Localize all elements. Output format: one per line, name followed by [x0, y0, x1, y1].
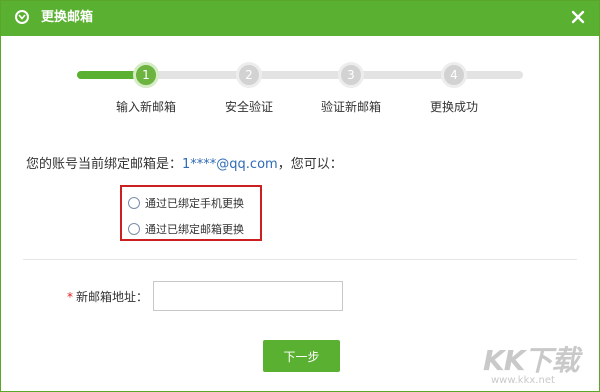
required-mark: *	[67, 290, 73, 304]
current-email-line: 您的账号当前绑定邮箱是：1****@qq.com，您可以：	[26, 153, 343, 172]
watermark-url: www.kkx.net	[491, 375, 555, 386]
option-change-via-email[interactable]: 通过已绑定邮箱更换	[128, 221, 244, 239]
dialog-title: 更换邮箱	[41, 10, 94, 25]
divider	[23, 259, 577, 260]
chevron-down-circle-icon	[15, 10, 29, 24]
current-email-suffix: ，您可以：	[277, 157, 343, 172]
step-3-label: 验证新邮箱	[320, 100, 381, 114]
new-email-label: * 新邮箱地址：	[67, 288, 148, 305]
option-email-label: 通过已绑定邮箱更换	[145, 223, 244, 236]
current-email-prefix: 您的账号当前绑定邮箱是：	[26, 157, 183, 172]
watermark-text: KK下载	[483, 344, 579, 377]
radio-email[interactable]	[128, 223, 140, 235]
step-4-indicator: 4	[441, 62, 467, 88]
option-change-via-phone[interactable]: 通过已绑定手机更换	[128, 195, 244, 213]
close-icon[interactable]	[569, 8, 587, 26]
new-email-input[interactable]	[153, 281, 343, 311]
step-2-indicator: 2	[236, 62, 262, 88]
step-1-indicator: 1	[133, 62, 159, 88]
current-email-value: 1****@qq.com	[182, 157, 278, 172]
step-2-label: 安全验证	[224, 100, 273, 114]
change-email-dialog: 更换邮箱 1 2 3 4 输入新邮箱 安全验证 验证新邮箱 更换成功 您的账号当…	[0, 0, 600, 392]
dialog-titlebar: 更换邮箱	[1, 1, 599, 36]
step-1-label: 输入新邮箱	[115, 100, 176, 114]
change-method-options: 通过已绑定手机更换 通过已绑定邮箱更换	[120, 185, 262, 241]
step-3-indicator: 3	[338, 62, 364, 88]
radio-phone[interactable]	[128, 197, 140, 209]
watermark-logo: KK下载 www.kkx.net	[483, 339, 593, 389]
next-step-button[interactable]: 下一步	[263, 340, 340, 372]
new-email-label-text: 新邮箱地址：	[76, 290, 149, 304]
option-phone-label: 通过已绑定手机更换	[145, 197, 244, 210]
step-4-label: 更换成功	[429, 100, 478, 114]
